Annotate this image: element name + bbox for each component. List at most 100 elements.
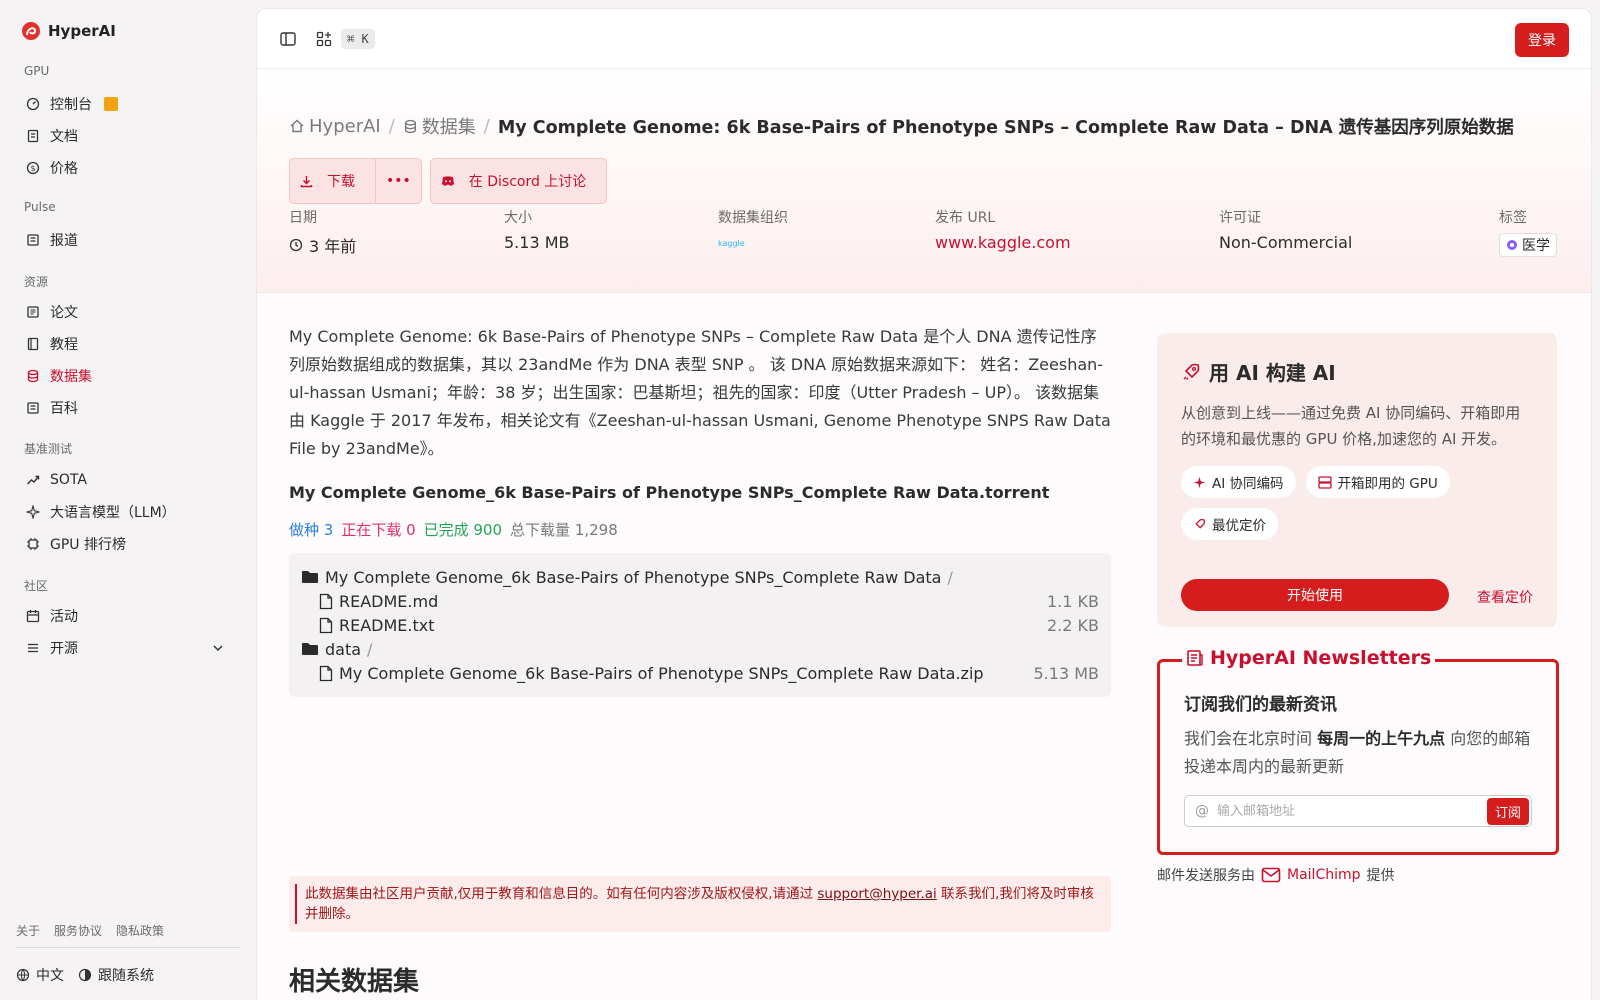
newsletter-text: 我们会在北京时间 每周一的上午九点 向您的邮箱投递本周内的最新更新: [1184, 725, 1532, 781]
sidebar-item-label: 百科: [50, 401, 78, 417]
newsletter-title: HyperAI Newsletters: [1182, 647, 1436, 669]
meta-date-value: 3 年前: [309, 237, 357, 256]
ai-card-text: 从创意到上线——通过免费 AI 协同编码、开箱即用的环境和最优惠的 GPU 价格…: [1181, 404, 1521, 448]
sidebar-item-label: 活动: [50, 609, 78, 625]
download-label: 下载: [327, 174, 355, 190]
sidebar-item-docs[interactable]: 文档: [16, 121, 238, 151]
ai-card-features: AI 协同编码 开箱即用的 GPU 最优定价: [1181, 466, 1533, 540]
sidebar-item-tutorials[interactable]: 教程: [16, 329, 238, 359]
sidebar-item-label: SOTA: [50, 472, 87, 488]
total-downloads: 总下载量 1,298: [510, 521, 618, 539]
tag-label: 医学: [1522, 238, 1550, 254]
subscribe-button[interactable]: 订阅: [1486, 797, 1529, 825]
meta-license: 许可证 Non-Commercial: [1219, 207, 1352, 252]
language-switcher[interactable]: 中文: [16, 965, 64, 985]
brand-logo[interactable]: HyperAI: [22, 22, 116, 40]
email-input[interactable]: [1217, 803, 1487, 819]
completed-count: 已完成 900: [423, 521, 503, 539]
mailchimp-link[interactable]: MailChimp: [1261, 867, 1361, 883]
file-tree-row[interactable]: data /: [301, 637, 1099, 661]
meta-date-value-row: 3 年前: [289, 233, 356, 257]
sidebar-item-pricing[interactable]: $ 价格: [16, 153, 238, 183]
database-icon: [404, 119, 416, 133]
sidebar-item-console[interactable]: 控制台: [16, 89, 238, 119]
breadcrumb-home[interactable]: HyperAI: [289, 116, 381, 137]
sidebar-item-wiki[interactable]: 百科: [16, 393, 238, 423]
sidebar-item-reports[interactable]: 报道: [16, 225, 238, 255]
encyclopedia-icon: [27, 402, 39, 414]
file-tree-row[interactable]: My Complete Genome_6k Base-Pairs of Phen…: [301, 565, 1099, 589]
download-button[interactable]: 下载: [290, 159, 375, 203]
sidebar-item-datasets[interactable]: 数据集: [16, 361, 238, 391]
rocket-icon: [1183, 363, 1200, 380]
folder-icon: [302, 643, 318, 655]
kaggle-logo[interactable]: kaggle: [718, 239, 788, 248]
file-name: README.md: [339, 591, 439, 611]
sparkle-icon: [26, 505, 40, 519]
newsletter-title-text: HyperAI Newsletters: [1210, 647, 1432, 669]
feature-chip-pricing: 最优定价: [1181, 508, 1278, 540]
sidebar-item-label: 文档: [50, 129, 78, 145]
sidebar-item-label: 报道: [50, 233, 78, 249]
file-tree-row[interactable]: README.txt 2.2 KB: [301, 613, 1099, 637]
view-pricing-link[interactable]: 查看定价: [1477, 587, 1533, 607]
tag-medical[interactable]: 医学: [1499, 233, 1557, 257]
breadcrumb-separator: /: [388, 115, 395, 137]
book-icon: [27, 337, 39, 351]
section-label-gpu: GPU: [24, 64, 50, 78]
apps-icon[interactable]: [315, 30, 333, 48]
sidebar-item-label: 价格: [50, 161, 78, 177]
file-icon: [319, 593, 333, 609]
theme-switcher[interactable]: 跟随系统: [78, 965, 154, 985]
breadcrumb-home-label: HyperAI: [309, 115, 381, 137]
home-icon: [290, 119, 304, 133]
hyperai-logo-icon: [22, 22, 40, 40]
chevron-down-icon[interactable]: [212, 642, 224, 654]
main-panel: ⌘ K 登录 HyperAI / 数据集 / My Complete Genom…: [256, 8, 1592, 1000]
meta-tags-label: 标签: [1499, 210, 1527, 226]
sidebar-item-label: 论文: [50, 305, 78, 321]
footer-link-about[interactable]: 关于: [16, 922, 40, 939]
download-button-group: 下载 •••: [289, 158, 422, 204]
subscribe-form: @ 订阅: [1184, 795, 1532, 827]
sidebar-item-papers[interactable]: 论文: [16, 297, 238, 327]
sidebar-item-gpu-leaderboard[interactable]: GPU 排行榜: [16, 529, 238, 559]
support-email-link[interactable]: support@hyper.ai: [817, 886, 936, 902]
breadcrumb-separator: /: [483, 115, 490, 137]
chip-icon: [27, 538, 39, 550]
discord-button[interactable]: 在 Discord 上讨论: [431, 159, 607, 203]
sparkle-icon: [1193, 476, 1206, 488]
get-started-button[interactable]: 开始使用: [1181, 579, 1449, 611]
seeding-count: 做种 3: [289, 521, 334, 539]
breadcrumb: HyperAI / 数据集 / My Complete Genome: 6k B…: [289, 113, 1514, 139]
sidebar-item-events[interactable]: 活动: [16, 601, 238, 631]
sidebar-item-llm[interactable]: 大语言模型（LLM）: [16, 497, 238, 527]
file-tree-row[interactable]: README.md 1.1 KB: [301, 589, 1099, 613]
file-size: 2.2 KB: [1047, 615, 1099, 635]
more-options-button[interactable]: •••: [375, 159, 421, 203]
globe-icon: [16, 968, 30, 982]
section-label-community: 社区: [24, 579, 49, 593]
meta-url-link[interactable]: www.kaggle.com: [935, 233, 1071, 252]
database-icon: [27, 369, 39, 383]
theme-icon: [78, 968, 92, 982]
sidebar-toggle-icon[interactable]: [279, 30, 297, 48]
downloading-count: 正在下载 0: [341, 521, 416, 539]
footer-link-privacy[interactable]: 隐私政策: [116, 922, 164, 939]
login-button[interactable]: 登录: [1515, 23, 1569, 57]
sidebar-item-open-source[interactable]: 开源: [16, 633, 238, 663]
breadcrumb-datasets[interactable]: 数据集: [403, 113, 476, 139]
discord-icon: [441, 176, 454, 186]
sidebar-item-label: GPU 排行榜: [50, 537, 126, 553]
folder-icon: [302, 571, 318, 583]
meta-date: 日期 3 年前: [289, 207, 356, 257]
sidebar-item-sota[interactable]: SOTA: [16, 465, 238, 495]
file-tree-row[interactable]: My Complete Genome_6k Base-Pairs of Phen…: [301, 661, 1099, 685]
footer-link-terms[interactable]: 服务协议: [54, 922, 102, 939]
sidebar-item-label: 开源: [50, 641, 78, 657]
page-title: My Complete Genome: 6k Base-Pairs of Phe…: [497, 117, 1514, 138]
section-label-resources: 资源: [24, 275, 49, 289]
paper-icon: [27, 306, 39, 318]
at-icon: @: [1195, 803, 1209, 819]
command-shortcut[interactable]: ⌘ K: [341, 28, 375, 49]
